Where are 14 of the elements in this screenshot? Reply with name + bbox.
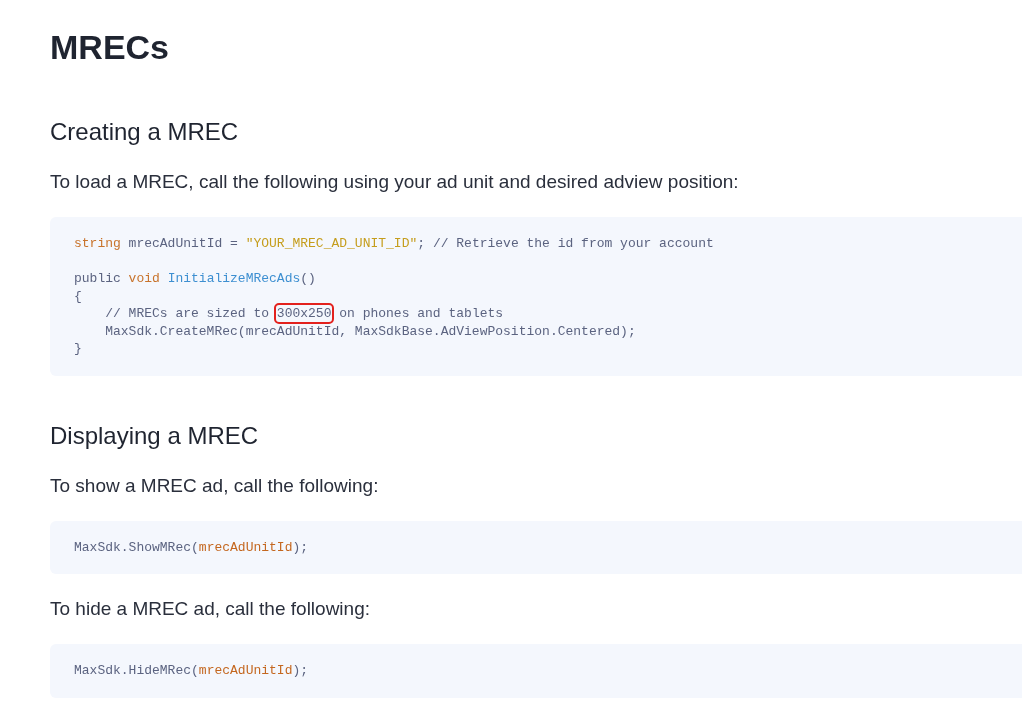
page-title: MRECs [50,27,170,68]
paragraph: To load a MREC, call the following using your ad unit and desired adview position: [50,170,739,194]
code-line: string mrecAdUnitId = "YOUR_MREC_AD_UNIT_ID"; // Retrieve the id from your account [74,235,714,253]
code-line: // MRECs are sized to 300x250 on phones and tablets [74,305,504,323]
code-line: MaxSdk.CreateMRec(mrecAdUnitId, MaxSdkBase.AdViewPosition.Centered); [104,322,636,340]
paragraph: To show a MREC ad, call the following: [50,473,379,498]
code-line: public void InitializeMRecAds() [74,270,316,288]
code-line: MaxSdk.ShowMRec(mrecAdUnitId); [74,538,309,556]
section-heading: Displaying a MREC [50,420,259,451]
code-line: { [74,287,82,305]
code-line: MaxSdk.HideMRec(mrecAdUnitId); [74,662,309,680]
code-line: } [74,340,82,358]
section-heading: Creating a MREC [50,117,239,147]
paragraph: To hide a MREC ad, call the following: [50,597,370,621]
